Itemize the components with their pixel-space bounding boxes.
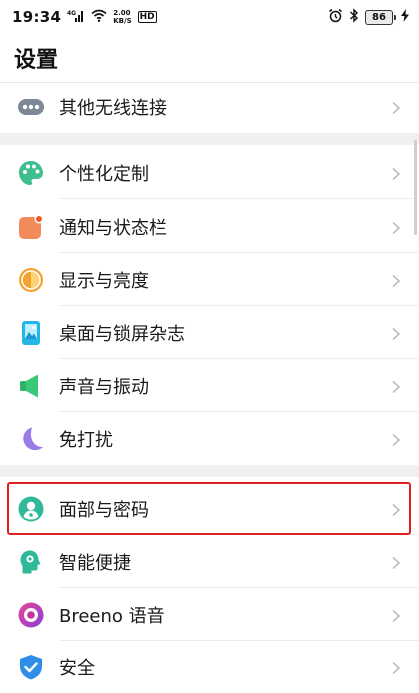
row-separator	[59, 198, 419, 199]
net-speed-value: 2.00	[113, 9, 131, 17]
page-title: 设置	[14, 48, 59, 73]
chevron-right-icon	[389, 100, 403, 114]
settings-item-label: 其他无线连接	[59, 97, 167, 119]
section-divider	[0, 465, 419, 477]
settings-item-label: 声音与振动	[59, 376, 149, 398]
alarm-icon	[328, 8, 343, 27]
settings-item-label: 智能便捷	[59, 552, 131, 574]
status-bar: 19:34 4G 2.00 KB/S HD 86	[0, 0, 419, 34]
settings-item-label: Breeno 语音	[59, 605, 165, 627]
breeno-icon	[18, 602, 44, 628]
settings-item-label: 显示与亮度	[59, 270, 149, 292]
settings-item-personalization[interactable]: 个性化定制	[0, 146, 419, 199]
palette-icon	[18, 160, 44, 186]
chevron-right-icon	[389, 166, 403, 180]
settings-item-breeno-voice[interactable]: Breeno 语音	[0, 588, 419, 641]
charging-icon	[401, 9, 409, 25]
chevron-right-icon	[389, 432, 403, 446]
speaker-icon	[18, 373, 44, 399]
status-bar-right: 86	[328, 7, 409, 27]
settings-item-label: 通知与状态栏	[59, 217, 167, 239]
chevron-right-icon	[389, 502, 403, 516]
notification-icon	[18, 214, 44, 240]
chevron-right-icon	[389, 273, 403, 287]
chevron-right-icon	[389, 608, 403, 622]
settings-item-do-not-disturb[interactable]: 免打扰	[0, 412, 419, 465]
chevron-right-icon	[389, 220, 403, 234]
face-lock-icon	[18, 496, 44, 522]
status-time: 19:34	[12, 8, 62, 26]
battery-level: 86	[372, 11, 386, 23]
chevron-right-icon	[389, 326, 403, 340]
settings-item-notifications[interactable]: 通知与状态栏	[0, 200, 419, 253]
signal-icon: 4G	[67, 9, 85, 26]
chevron-right-icon	[389, 660, 403, 674]
settings-item-other-wireless[interactable]: 其他无线连接	[0, 80, 419, 133]
section-divider	[0, 133, 419, 145]
shield-check-icon	[18, 654, 44, 680]
settings-item-security[interactable]: 安全	[0, 640, 419, 693]
settings-item-display[interactable]: 显示与亮度	[0, 253, 419, 306]
brightness-icon	[18, 267, 44, 293]
settings-item-label: 安全	[59, 657, 95, 679]
bluetooth-icon	[349, 7, 359, 27]
settings-item-label: 个性化定制	[59, 163, 149, 185]
status-bar-left: 19:34 4G 2.00 KB/S HD	[12, 8, 157, 26]
wifi-icon	[91, 9, 107, 26]
settings-item-label: 桌面与锁屏杂志	[59, 323, 185, 345]
net-speed-unit: KB/S	[113, 17, 132, 25]
chevron-right-icon	[389, 555, 403, 569]
network-type-label: 4G	[67, 10, 76, 17]
moon-icon	[18, 426, 44, 452]
settings-item-face-password[interactable]: 面部与密码	[0, 482, 419, 535]
net-speed: 2.00 KB/S	[113, 9, 131, 25]
settings-item-label: 面部与密码	[59, 499, 149, 521]
settings-item-label: 免打扰	[59, 429, 113, 451]
settings-item-smart-assist[interactable]: 智能便捷	[0, 535, 419, 588]
settings-item-wallpaper[interactable]: 桌面与锁屏杂志	[0, 306, 419, 359]
more-dots-icon	[18, 94, 44, 120]
battery-indicator: 86	[365, 9, 396, 25]
chevron-right-icon	[389, 379, 403, 393]
scrollbar[interactable]	[414, 140, 417, 235]
wallpaper-icon	[18, 320, 44, 346]
smart-assist-icon	[18, 549, 44, 575]
settings-item-sound[interactable]: 声音与振动	[0, 359, 419, 412]
hd-badge: HD	[137, 11, 157, 23]
